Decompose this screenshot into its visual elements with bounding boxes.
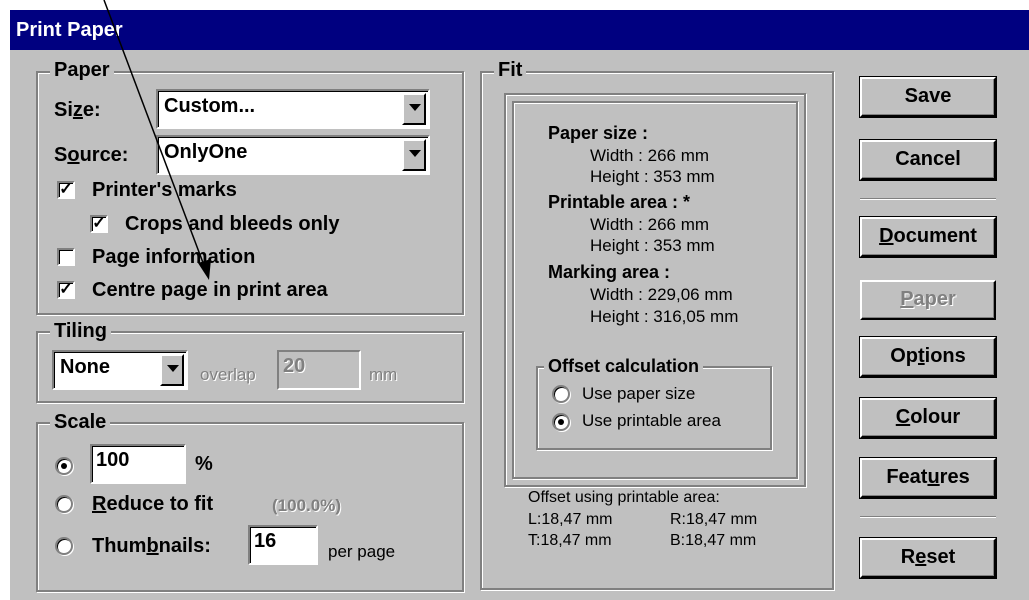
page-information-checkbox[interactable]: [57, 248, 75, 266]
scale-legend: Scale: [50, 411, 111, 433]
thumbnails-label[interactable]: Thumbnails:: [92, 534, 211, 558]
thumbnails-value: 16: [254, 530, 277, 552]
overlap-value: 20: [283, 355, 306, 377]
overlap-input[interactable]: 20: [277, 350, 361, 390]
window-title: Print Paper: [16, 19, 123, 41]
centre-page-checkbox[interactable]: ✓: [57, 281, 75, 299]
offset-caption: Offset using printable area:: [528, 489, 720, 506]
use-paper-size-label[interactable]: Use paper size: [582, 384, 695, 404]
paper-size-heading: Paper size :: [548, 123, 649, 143]
overlap-label: overlap: [200, 365, 256, 384]
source-combo[interactable]: OnlyOne: [156, 135, 430, 175]
centre-page-label[interactable]: Centre page in print area: [92, 278, 328, 302]
printable-area-heading: Printable area : *: [548, 192, 691, 212]
tiling-value: None: [60, 356, 110, 378]
offset-calculation-group: [536, 366, 772, 450]
reduce-to-fit-label[interactable]: Reduce to fit: [92, 492, 213, 516]
offset-bottom: B:18,47 mm: [670, 532, 757, 549]
paper-legend: Paper: [50, 59, 114, 81]
offset-top: T:18,47 mm: [528, 532, 612, 549]
tiling-legend: Tiling: [50, 320, 111, 342]
tiling-dropdown-arrow-icon[interactable]: [160, 354, 184, 386]
document-button[interactable]: Document: [859, 216, 997, 258]
offset-right: R:18,47 mm: [670, 511, 758, 528]
thumbnails-input[interactable]: 16: [248, 525, 318, 565]
size-combo[interactable]: Custom...: [156, 89, 430, 129]
scale-percent-value: 100: [96, 449, 130, 471]
paper-width: Width : 266 mm: [590, 146, 710, 165]
fit-legend: Fit: [494, 59, 527, 81]
marking-area-heading: Marking area :: [548, 262, 671, 282]
button-separator-2: [860, 516, 996, 518]
thumbnails-radio[interactable]: [55, 537, 73, 555]
printers-marks-label[interactable]: Printer's marks: [92, 178, 237, 202]
button-separator: [860, 198, 996, 200]
page-information-label[interactable]: Page information: [92, 245, 255, 269]
scale-percent-input[interactable]: 100: [90, 444, 186, 484]
use-printable-area-label[interactable]: Use printable area: [582, 411, 721, 431]
paper-button[interactable]: Paper: [860, 280, 996, 320]
features-button[interactable]: Features: [859, 457, 997, 499]
scale-percent-radio[interactable]: [55, 457, 73, 475]
printable-width: Width : 266 mm: [590, 215, 710, 234]
colour-button[interactable]: Colour: [859, 397, 997, 439]
per-page-label: per page: [328, 542, 396, 561]
source-dropdown-arrow-icon[interactable]: [402, 139, 426, 171]
crops-bleeds-checkbox[interactable]: ✓: [90, 215, 108, 233]
reduce-to-fit-value: (100.0%): [272, 496, 341, 515]
printable-height: Height : 353 mm: [590, 236, 715, 255]
source-label: Source:: [54, 144, 129, 166]
options-button[interactable]: Options: [859, 336, 997, 378]
offset-calculation-legend: Offset calculation: [544, 354, 704, 378]
tiling-combo[interactable]: None: [52, 350, 188, 390]
cancel-button[interactable]: Cancel: [859, 139, 997, 181]
scale-percent-unit: %: [195, 453, 213, 475]
crops-bleeds-label[interactable]: Crops and bleeds only: [125, 212, 339, 236]
reduce-to-fit-radio[interactable]: [55, 495, 73, 513]
use-printable-area-radio[interactable]: [552, 413, 570, 431]
overlap-unit: mm: [369, 365, 398, 384]
title-bar[interactable]: Print Paper: [10, 10, 1029, 50]
offset-left: L:18,47 mm: [528, 511, 613, 528]
save-button[interactable]: Save: [859, 76, 997, 118]
size-label: Size:: [54, 99, 101, 121]
paper-height: Height : 353 mm: [590, 167, 715, 186]
marking-height: Height : 316,05 mm: [590, 307, 739, 326]
source-value: OnlyOne: [164, 141, 248, 163]
size-value: Custom...: [164, 95, 256, 117]
printers-marks-checkbox[interactable]: ✓: [57, 181, 75, 199]
size-dropdown-arrow-icon[interactable]: [402, 93, 426, 125]
use-paper-size-radio[interactable]: [552, 385, 570, 403]
print-paper-dialog: Print Paper Paper Size: Custom... Source…: [10, 10, 1029, 600]
reset-button[interactable]: Reset: [859, 537, 997, 579]
marking-width: Width : 229,06 mm: [590, 285, 733, 304]
